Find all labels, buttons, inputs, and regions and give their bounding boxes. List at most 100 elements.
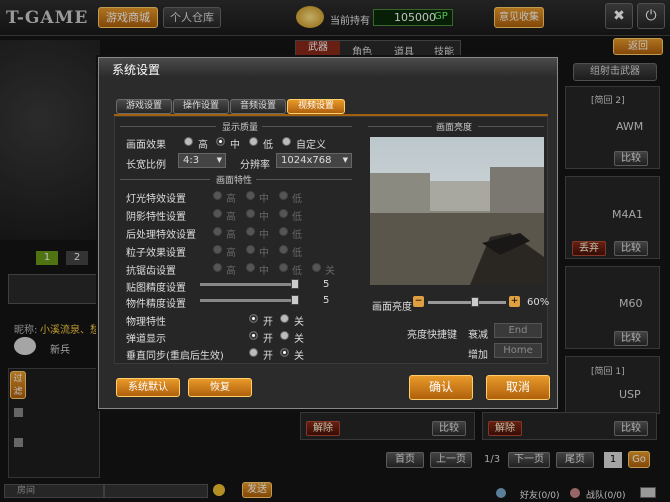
physics-on-label: 开 xyxy=(263,317,273,328)
quality-mid-label: 中 xyxy=(230,140,240,151)
radio-icon xyxy=(213,226,222,236)
brightness-slider[interactable] xyxy=(428,301,506,304)
resolution-select[interactable]: 1024x768 ▼ xyxy=(276,153,352,168)
physics-on-radio[interactable] xyxy=(249,313,258,324)
feature-option-label: 中 xyxy=(259,266,269,277)
radio-icon xyxy=(246,226,255,236)
trajectory-off-label: 关 xyxy=(294,334,304,345)
tab-video-settings[interactable]: 视频设置 xyxy=(287,99,345,114)
texture-value: 5 xyxy=(323,279,330,290)
features-section-title: 画面特性 xyxy=(216,176,253,186)
quality-line xyxy=(262,126,352,127)
feature-option-radio[interactable] xyxy=(279,262,288,273)
resolution-label: 分辨率 xyxy=(240,160,270,171)
feature-option-radio[interactable] xyxy=(246,208,255,219)
trajectory-on-label: 开 xyxy=(263,334,273,345)
radio-icon xyxy=(246,244,255,254)
feature-option-radio[interactable] xyxy=(213,262,222,273)
resolution-value: 1024x768 xyxy=(281,155,332,166)
feature-option-radio[interactable] xyxy=(279,190,288,201)
ratio-label: 长宽比例 xyxy=(126,160,166,171)
system-default-button[interactable]: 系统默认 xyxy=(116,378,180,397)
feature-option-label: 低 xyxy=(292,230,302,241)
quality-mid-radio[interactable] xyxy=(216,136,225,147)
shortcut-label: 亮度快捷键 xyxy=(407,330,457,341)
feature-option-radio[interactable] xyxy=(246,244,255,255)
chevron-down-icon: ▼ xyxy=(216,156,222,164)
brightness-plus-button[interactable]: + xyxy=(509,296,520,307)
radio-icon xyxy=(279,244,288,254)
feature-option-radio[interactable] xyxy=(246,190,255,201)
feature-option-radio[interactable] xyxy=(213,226,222,237)
features-line xyxy=(256,179,352,180)
radio-icon xyxy=(216,136,225,146)
feature-option-label: 中 xyxy=(259,248,269,259)
chevron-down-icon: ▼ xyxy=(342,156,348,164)
brightness-minus-button[interactable]: − xyxy=(413,296,424,307)
trajectory-off-radio[interactable] xyxy=(280,330,289,341)
feature-option-radio[interactable] xyxy=(279,244,288,255)
feature-option-label: 低 xyxy=(292,266,302,277)
brightness-label: 画面亮度 xyxy=(372,302,412,313)
tab-game-settings[interactable]: 游戏设置 xyxy=(116,99,172,114)
vsync-off-radio[interactable] xyxy=(280,347,289,358)
feature-option-radio[interactable] xyxy=(279,226,288,237)
feature-option-radio[interactable] xyxy=(279,208,288,219)
feature-option-radio[interactable] xyxy=(213,208,222,219)
tab-control-settings[interactable]: 操作设置 xyxy=(173,99,229,114)
confirm-button[interactable]: 确认 xyxy=(409,375,473,400)
quality-label: 画面效果 xyxy=(126,140,166,151)
quality-high-radio[interactable] xyxy=(184,136,193,147)
radio-icon xyxy=(279,226,288,236)
quality-custom-radio[interactable] xyxy=(282,136,291,147)
feature-option-label: 低 xyxy=(292,248,302,259)
decrease-key-field[interactable]: End xyxy=(494,323,542,338)
ratio-value: 4:3 xyxy=(183,155,200,166)
quality-low-label: 低 xyxy=(263,140,273,151)
radio-icon xyxy=(279,208,288,218)
trajectory-on-radio[interactable] xyxy=(249,330,258,341)
vsync-on-radio[interactable] xyxy=(249,347,258,358)
preview-scene xyxy=(370,167,544,285)
restore-button[interactable]: 恢复 xyxy=(188,378,252,397)
radio-icon xyxy=(279,262,288,272)
texture-slider-handle[interactable] xyxy=(291,279,299,289)
radio-icon xyxy=(249,347,258,357)
brightness-slider-handle[interactable] xyxy=(470,297,479,307)
dialog-title: 系统设置 xyxy=(112,63,161,77)
physics-off-radio[interactable] xyxy=(280,313,289,324)
quality-line xyxy=(120,126,216,127)
quality-custom-label: 自定义 xyxy=(296,140,326,151)
tab-audio-settings[interactable]: 音频设置 xyxy=(230,99,286,114)
vsync-on-label: 开 xyxy=(263,351,273,362)
decrease-label: 衰减 xyxy=(468,330,488,341)
feature-option-label: 高 xyxy=(226,266,236,277)
feature-option-radio[interactable] xyxy=(246,226,255,237)
feature-label: 阴影特性设置 xyxy=(126,212,186,223)
feature-option-radio[interactable] xyxy=(213,190,222,201)
brightness-line xyxy=(478,126,544,127)
feature-option-radio[interactable] xyxy=(312,262,321,273)
physics-off-label: 关 xyxy=(294,317,304,328)
ratio-select[interactable]: 4:3 ▼ xyxy=(178,153,226,168)
feature-option-label: 低 xyxy=(292,194,302,205)
radio-icon xyxy=(213,208,222,218)
object-label: 物件精度设置 xyxy=(126,299,186,310)
quality-low-radio[interactable] xyxy=(249,136,258,147)
cancel-button[interactable]: 取消 xyxy=(486,375,550,400)
physics-label: 物理特性 xyxy=(126,317,166,328)
trajectory-label: 弹道显示 xyxy=(126,334,166,345)
radio-icon xyxy=(282,136,291,146)
feature-option-radio[interactable] xyxy=(213,244,222,255)
brightness-preview xyxy=(370,137,544,285)
object-slider[interactable] xyxy=(200,299,298,302)
increase-key-field[interactable]: Home xyxy=(494,343,542,358)
feature-option-radio[interactable] xyxy=(246,262,255,273)
texture-slider[interactable] xyxy=(200,283,298,286)
radio-icon xyxy=(213,262,222,272)
vsync-off-label: 关 xyxy=(294,351,304,362)
feature-option-label: 高 xyxy=(226,248,236,259)
radio-icon xyxy=(249,330,258,340)
object-slider-handle[interactable] xyxy=(291,295,299,305)
radio-icon xyxy=(249,313,258,323)
